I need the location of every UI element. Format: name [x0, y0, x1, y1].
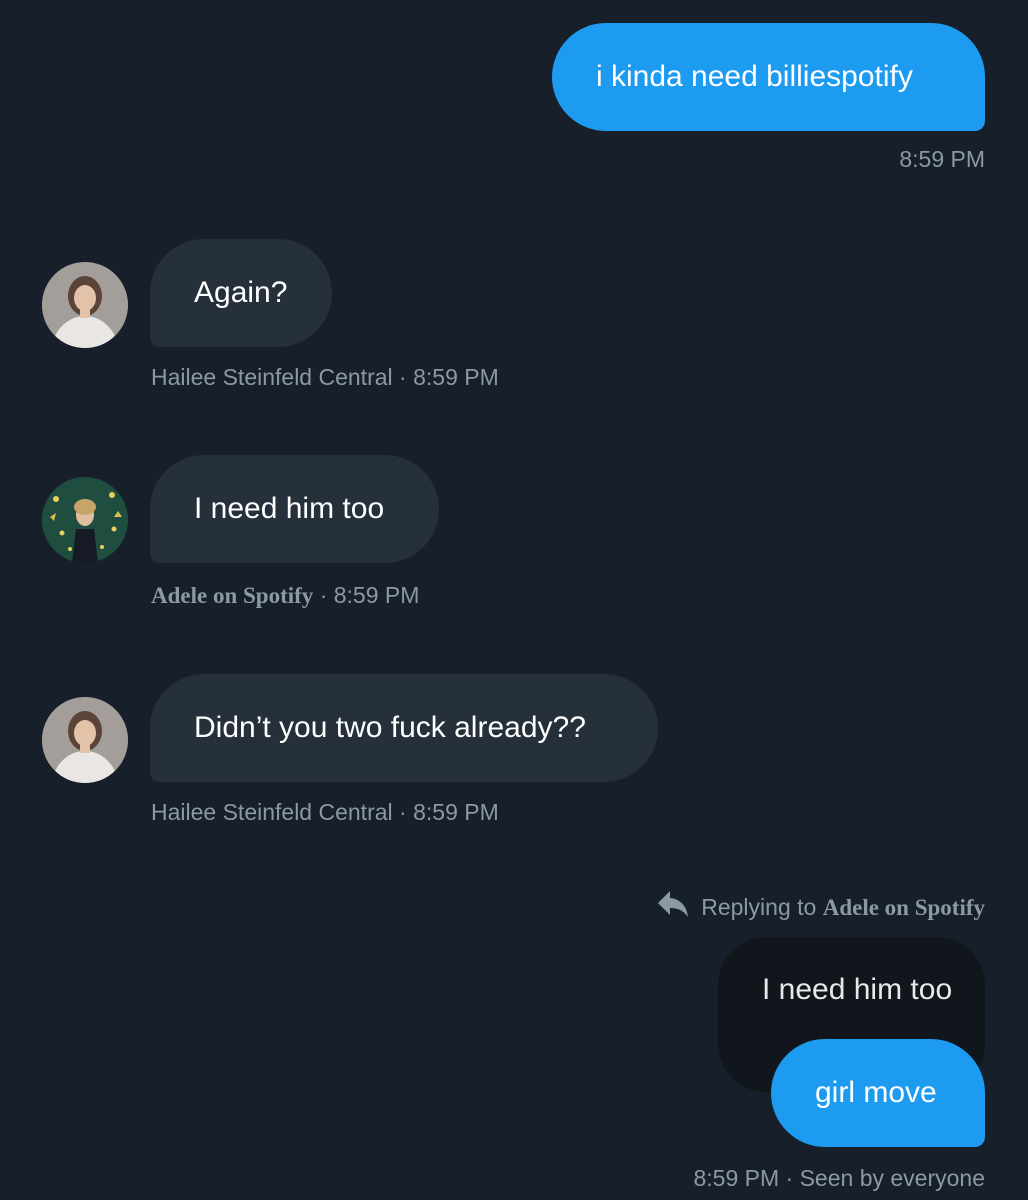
message-text: Again?: [194, 276, 288, 309]
reply-indicator[interactable]: Replying to Adele on Spotify: [657, 890, 985, 924]
received-message-bubble[interactable]: Again?: [150, 239, 332, 347]
sender-name[interactable]: Hailee Steinfeld Central: [151, 799, 393, 825]
message-meta: 8:59 PM · Seen by everyone: [693, 1165, 985, 1191]
read-status: Seen by everyone: [799, 1165, 985, 1191]
message-timestamp: 8:59 PM: [899, 146, 985, 172]
message-meta: Adele on Spotify · 8:59 PM: [151, 582, 420, 608]
sent-message-bubble[interactable]: girl move: [771, 1039, 985, 1147]
received-message-bubble[interactable]: I need him too: [150, 455, 439, 563]
message-text: Didn’t you two fuck already??: [194, 711, 586, 744]
received-message-bubble[interactable]: Didn’t you two fuck already??: [150, 674, 658, 782]
hailee-avatar[interactable]: [42, 262, 128, 348]
conversation-thread: i kinda need billiespotify 8:59 PM Again…: [0, 0, 1028, 1200]
sent-message-bubble[interactable]: i kinda need billiespotify: [552, 23, 985, 131]
sender-name[interactable]: Hailee Steinfeld Central: [151, 364, 393, 390]
message-timestamp: 8:59 PM: [693, 1165, 780, 1191]
message-timestamp: 8:59 PM: [413, 364, 499, 390]
message-timestamp: 8:59 PM: [333, 582, 420, 608]
message-text: i kinda need billiespotify: [596, 60, 913, 93]
message-text: I need him too: [194, 492, 385, 525]
reply-prefix: Replying to: [701, 893, 817, 920]
message-meta: Hailee Steinfeld Central · 8:59 PM: [151, 364, 499, 390]
message-timestamp: 8:59 PM: [413, 799, 499, 825]
message-text: girl move: [815, 1076, 937, 1109]
adele-avatar[interactable]: [42, 477, 128, 563]
quoted-message-text: I need him too: [762, 973, 953, 1006]
message-meta: Hailee Steinfeld Central · 8:59 PM: [151, 799, 499, 825]
reply-target-name[interactable]: Adele on Spotify: [823, 895, 985, 920]
hailee-avatar[interactable]: [42, 697, 128, 783]
reply-arrow-icon: [657, 889, 689, 925]
sender-name[interactable]: Adele on Spotify: [151, 583, 313, 608]
